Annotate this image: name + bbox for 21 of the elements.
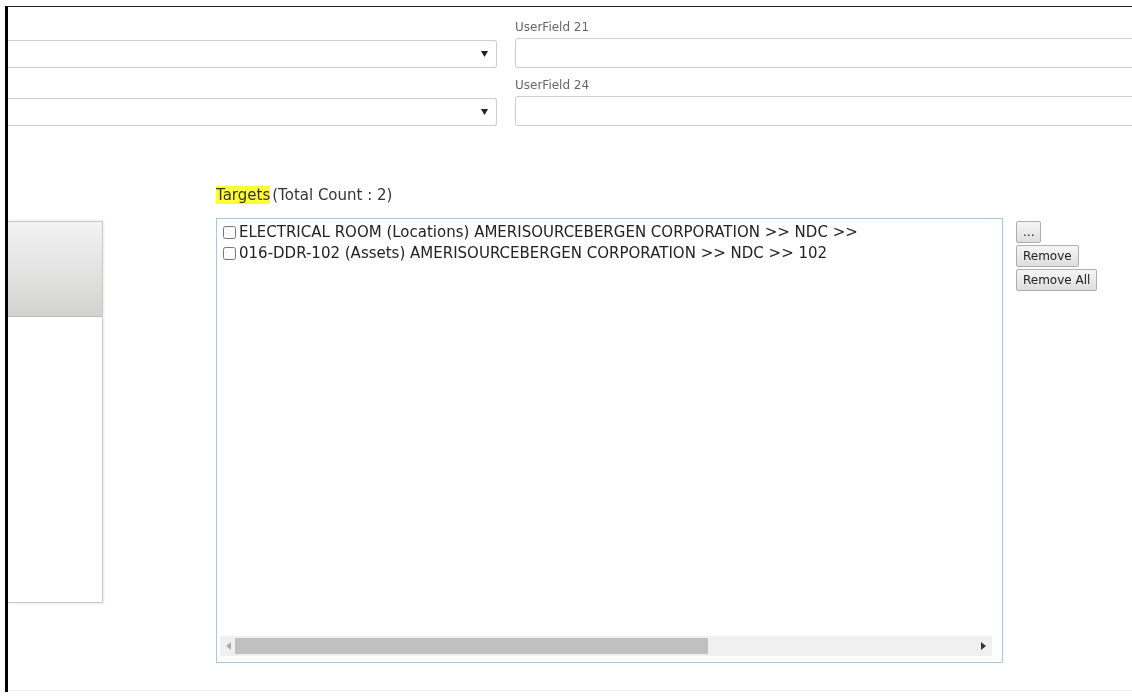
input-field[interactable] bbox=[515, 38, 1132, 68]
targets-title: Targets bbox=[216, 186, 271, 204]
dropdown[interactable] bbox=[8, 98, 497, 126]
list-button[interactable]: Remove All bbox=[1016, 269, 1098, 291]
horizontal-scrollbar[interactable] bbox=[220, 636, 992, 656]
checkbox[interactable] bbox=[223, 225, 236, 239]
right-arrow-icon[interactable] bbox=[981, 642, 986, 650]
input-field[interactable] bbox=[515, 96, 1132, 126]
target-item[interactable]: 016-DDR-102 (Assets) AMERISOURCEBERGEN CORPORATION >> NDC >> 102 bbox=[239, 244, 828, 262]
list-button[interactable]: Remove bbox=[1016, 245, 1079, 267]
caret-icon bbox=[481, 51, 488, 57]
dropdown[interactable] bbox=[8, 40, 497, 68]
checkbox[interactable] bbox=[223, 246, 236, 260]
scroll-thumb[interactable] bbox=[235, 638, 708, 654]
list-button[interactable]: ... bbox=[1016, 221, 1042, 243]
total-count: (Total Count : 2) bbox=[272, 186, 393, 204]
field-label: UserField 24 bbox=[515, 78, 591, 92]
left-arrow-icon[interactable] bbox=[226, 642, 231, 650]
target-item[interactable]: ELECTRICAL ROOM (Locations) AMERISOURCEBERGEN CORPORATION >> NDC >> bbox=[239, 223, 858, 241]
caret-icon bbox=[481, 109, 488, 115]
field-label: UserField 21 bbox=[515, 20, 591, 34]
